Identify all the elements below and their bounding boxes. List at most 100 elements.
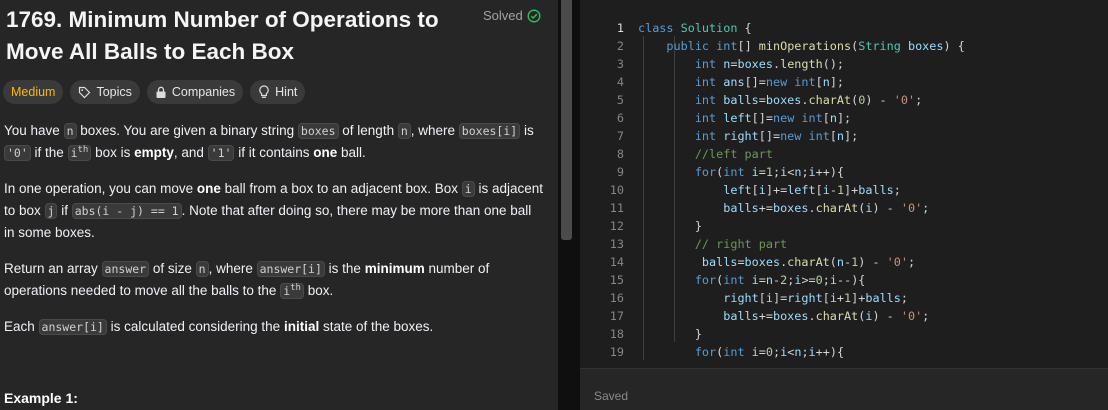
example-heading: Example 1: [4,390,78,406]
text: of length [338,123,398,138]
inline-code: answer [101,261,150,277]
inline-code: answer[i] [256,261,325,277]
problem-panel: 1769. Minimum Number of Operations to Mo… [0,0,558,410]
text: if the [30,145,68,160]
bulb-icon [258,85,270,99]
line-number: 16 [609,291,624,305]
code-lines[interactable]: 1 class Solution {2 public int[] minOpera… [580,19,1108,361]
topics-label: Topics [96,85,132,99]
code-line[interactable]: 2 public int[] minOperations(String boxe… [580,37,1108,55]
code-line[interactable]: 6 int left[]=new int[n]; [580,109,1108,127]
code-line[interactable]: 17 balls+=boxes.charAt(i) - '0'; [580,307,1108,325]
line-number: 7 [616,129,624,143]
code-line[interactable]: 18 } [580,325,1108,343]
code-text[interactable]: class Solution { [638,19,752,37]
code-line[interactable]: 13 // right part [580,235,1108,253]
problem-title[interactable]: 1769. Minimum Number of Operations to Mo… [6,4,466,68]
text: You have [4,123,64,138]
code-text[interactable]: int ans[]=new int[n]; [638,73,844,91]
code-text[interactable]: int right[]=new int[n]; [638,127,858,145]
text: i [70,146,78,160]
code-editor[interactable]: 1 class Solution {2 public int[] minOpera… [580,0,1108,410]
companies-button[interactable]: Companies [146,80,244,104]
description-scrollbar[interactable] [561,0,572,240]
line-number: 4 [616,75,624,89]
code-line[interactable]: 9 for(int i=1;i<n;i++){ [580,163,1108,181]
code-text[interactable]: } [638,217,702,235]
inline-code: ith [67,145,92,161]
bold-text: empty [134,145,174,160]
check-circle-icon [527,8,541,23]
text: , and [173,145,208,160]
line-number: 17 [609,309,624,323]
text: if [57,203,72,218]
line-number: 15 [609,273,624,287]
topics-button[interactable]: Topics [70,80,140,104]
difficulty-badge[interactable]: Medium [3,80,64,104]
code-text[interactable]: left[i]+=left[i-1]+balls; [638,181,901,199]
code-text[interactable]: balls+=boxes.charAt(i) - '0'; [638,307,929,325]
bold-text: one [313,145,338,160]
inline-code: n [397,123,411,139]
code-line[interactable]: 11 balls+=boxes.charAt(i) - '0'; [580,199,1108,217]
solved-label: Solved [483,8,523,23]
text: is [520,123,534,138]
code-text[interactable]: //left part [638,145,773,163]
hint-label: Hint [275,85,298,99]
editor-status-bar: Saved [580,368,1108,410]
code-text[interactable]: for(int i=1;i<n;i++){ [638,163,844,181]
code-text[interactable]: int n=boxes.length(); [638,55,844,73]
code-text[interactable]: balls+=boxes.charAt(i) - '0'; [638,199,929,217]
line-number: 8 [616,147,624,161]
code-text[interactable]: } [638,325,702,343]
code-text[interactable]: right[i]=right[i+1]+balls; [638,289,908,307]
line-number: 19 [609,345,624,359]
inline-code: abs(i - j) == 1 [71,203,182,219]
inline-code: answer[i] [38,319,107,335]
code-line[interactable]: 3 int n=boxes.length(); [580,55,1108,73]
code-text[interactable]: // right part [638,235,787,253]
code-line[interactable]: 16 right[i]=right[i+1]+balls; [580,289,1108,307]
text: of size [149,261,196,276]
text: Each [4,319,39,334]
bold-text: minimum [364,261,425,276]
inline-code: i [461,181,475,197]
tag-icon [78,86,91,99]
text: box is [91,145,135,160]
code-text[interactable]: for(int i=n-2;i>=0;i--){ [638,271,866,289]
inline-code: '1' [207,145,235,161]
line-number: 9 [616,165,624,179]
hint-button[interactable]: Hint [250,80,306,104]
code-line[interactable]: 19 for(int i=0;i<n;i++){ [580,343,1108,361]
code-text[interactable]: balls=boxes.charAt(n-1) - '0'; [638,253,915,271]
code-line[interactable]: 4 int ans[]=new int[n]; [580,73,1108,91]
superscript: th [290,283,301,294]
code-line[interactable]: 12 } [580,217,1108,235]
code-line[interactable]: 15 for(int i=n-2;i>=0;i--){ [580,271,1108,289]
line-number: 13 [609,237,624,251]
code-line[interactable]: 14 balls=boxes.charAt(n-1) - '0'; [580,253,1108,271]
inline-code: n [63,123,77,139]
code-line[interactable]: 7 int right[]=new int[n]; [580,127,1108,145]
inline-code: n [195,261,209,277]
text: , where [410,123,459,138]
code-line[interactable]: 5 int balls=boxes.charAt(0) - '0'; [580,91,1108,109]
text: box. [303,283,334,298]
text: if it contains [234,145,314,160]
line-number: 11 [609,201,624,215]
code-text[interactable]: int left[]=new int[n]; [638,109,851,127]
difficulty-label: Medium [11,85,56,99]
line-number: 2 [616,39,624,53]
code-line[interactable]: 8 //left part [580,145,1108,163]
code-text[interactable]: for(int i=0;i<n;i++){ [638,343,844,361]
companies-label: Companies [171,85,236,99]
description-paragraph-4: Each answer[i] is calculated considering… [4,316,544,338]
inline-code: boxes[i] [458,123,521,139]
code-line[interactable]: 10 left[i]+=left[i-1]+balls; [580,181,1108,199]
lock-icon [155,86,167,99]
code-line[interactable]: 1 class Solution { [580,19,1108,37]
code-text[interactable]: public int[] minOperations(String boxes)… [638,37,964,55]
text: Return an array [4,261,102,276]
line-number: 1 [616,21,624,35]
code-text[interactable]: int balls=boxes.charAt(0) - '0'; [638,91,922,109]
